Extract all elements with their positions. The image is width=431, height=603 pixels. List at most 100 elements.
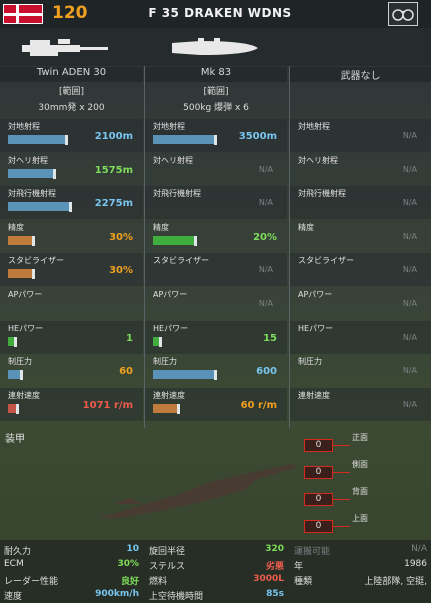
denmark-flag-icon (3, 4, 43, 24)
stat-ground-range: 対地射程 3500m (145, 119, 287, 152)
stat-label: 対地射程 (298, 122, 330, 131)
stat-heli-range: 対ヘリ射程 N/A (290, 153, 431, 186)
stat-heli-range: 対ヘリ射程 N/A (145, 153, 287, 186)
weapon-icon-strip (0, 28, 431, 66)
stat-label: 制圧力 (298, 357, 322, 367)
stat-label: APパワー (153, 290, 188, 299)
armor-front-label: 正面 (352, 433, 368, 442)
stat-stealth: ステルス 劣悪 (149, 562, 284, 572)
stat-stabilizer: スタビライザー N/A (145, 253, 287, 287)
stat-label: 対地射程 (8, 122, 40, 131)
stat-he-power: HEパワー 1 (0, 320, 143, 354)
stat-label: 対地射程 (153, 122, 185, 131)
stat-year: 年 1986 (294, 559, 427, 572)
weapon-mode: [範囲] (58, 87, 85, 97)
stat-label: スタビライザー (8, 256, 64, 266)
stat-speed: 速度 900km/h (4, 589, 139, 602)
stat-bar-cap (214, 135, 217, 145)
binocular-button[interactable] (388, 2, 418, 26)
stat-accuracy: 精度 N/A (290, 220, 431, 253)
stat-ap-power: APパワー (0, 287, 143, 320)
stat-bar-cap (159, 336, 162, 347)
stat-strength: 耐久力 10 (4, 544, 139, 557)
stat-stabilizer: スタビライザー 30% (0, 253, 143, 287)
stat-value: 60 (119, 366, 133, 378)
stat-label: 制圧力 (153, 357, 177, 367)
stat-label: HEパワー (153, 323, 189, 333)
stat-value: 1071 r/m (82, 399, 133, 411)
stat-label: 対ヘリ射程 (298, 155, 338, 165)
stat-value: 600 (256, 366, 277, 378)
stat-rate-of-fire: 連射速度 N/A (290, 387, 431, 421)
stat-bar-cap (32, 269, 35, 280)
stat-bar-cap (32, 235, 35, 246)
stat-bar (8, 235, 32, 245)
unit-title: F 35 DRAKEN WDNS (148, 6, 292, 20)
stat-label: 精度 (8, 222, 24, 232)
stat-rate-of-fire: 連射速度 60 r/m (145, 387, 287, 421)
stat-bar (153, 135, 214, 144)
stat-label: HEパワー (298, 323, 334, 333)
stat-value: N/A (402, 399, 417, 409)
stat-suppression: 制圧力 600 (145, 354, 287, 387)
stat-label: 対ヘリ射程 (153, 155, 193, 165)
stat-label: 連射速度 (298, 390, 330, 400)
stat-bar (8, 135, 65, 144)
stat-bar-cap (69, 202, 72, 213)
stat-bar (8, 269, 32, 279)
armor-front-value: 0 (304, 439, 333, 452)
stat-turn-radius: 旋回半径 320 (149, 544, 284, 557)
stat-air-range: 対飛行機射程 N/A (290, 186, 431, 220)
stat-he-power: HEパワー N/A (290, 320, 431, 354)
weapon-column-2[interactable]: Mk 83 [範囲] 500kg 爆弾 x 6 対地射程 3500m 対ヘリ射程 N/… (144, 66, 287, 428)
stat-suppression: 制圧力 N/A (290, 354, 431, 387)
weapon-ammo: 500kg 爆弾 x 6 (183, 103, 249, 113)
stat-value: 1 (126, 332, 133, 344)
stat-value: 20% (253, 231, 277, 243)
stat-heli-range: 対ヘリ射程 1575m (0, 153, 143, 186)
stat-accuracy: 精度 30% (0, 220, 143, 253)
stat-value: N/A (402, 164, 417, 174)
stat-label: 制圧力 (8, 357, 32, 367)
stat-ecm: ECM 30% (4, 559, 139, 569)
bomb-icon (172, 38, 258, 55)
stat-label: スタビライザー (153, 256, 209, 266)
unit-cost: 120 (52, 3, 88, 23)
stat-value: 1575m (94, 164, 133, 176)
stat-value: 15 (263, 332, 277, 344)
stat-label: 対飛行機射程 (153, 189, 201, 199)
stat-bar-cap (65, 135, 68, 145)
armor-top-value: 0 (304, 520, 333, 533)
unit-stats: 耐久力 10 旋回半径 320 運搬可能 N/A ECM 30% ステルス 劣悪 年 198… (0, 540, 431, 603)
stat-label: 連射速度 (153, 390, 185, 400)
binocular-icon (392, 9, 414, 21)
weapon-column-1[interactable]: Twin ADEN 30 [範囲] 30mm発 x 200 対地射程 2100m 対… (0, 66, 143, 428)
stat-label: 対飛行機射程 (298, 189, 346, 199)
stat-bar-cap (214, 370, 217, 381)
stat-rate-of-fire: 連射速度 1071 r/m (0, 387, 143, 421)
stat-label: APパワー (298, 290, 333, 299)
stat-value: N/A (258, 164, 273, 174)
stat-value: N/A (402, 265, 417, 275)
stat-bar (153, 370, 214, 380)
stat-loiter-time: 上空待機時間 85s (149, 589, 284, 602)
stat-value: N/A (402, 231, 417, 241)
stat-label: 連射速度 (8, 390, 40, 400)
stat-value: N/A (258, 299, 273, 308)
stat-bar-cap (53, 168, 56, 179)
stat-label: 精度 (153, 222, 169, 232)
stat-value: 2275m (94, 198, 133, 210)
weapon-ammo: 30mm発 x 200 (38, 103, 105, 113)
stat-bar (153, 403, 177, 413)
stat-ground-range: 対地射程 2100m (0, 119, 143, 152)
stat-bar (8, 403, 16, 413)
stat-label: スタビライザー (298, 256, 354, 266)
stat-value: N/A (402, 198, 417, 208)
stat-label: HEパワー (8, 323, 44, 333)
weapon-column-3[interactable]: 武器なし 対地射程 N/A 対ヘリ射程 N/A 対飛行機射程 N/A 精度 N/A スタビライザ… (289, 66, 431, 428)
stat-air-range: 対飛行機射程 N/A (145, 186, 287, 220)
stat-label: APパワー (8, 290, 43, 299)
stat-value: 60 r/m (240, 399, 277, 411)
stat-value: N/A (258, 198, 273, 208)
weapon-name: 武器なし (290, 67, 431, 82)
